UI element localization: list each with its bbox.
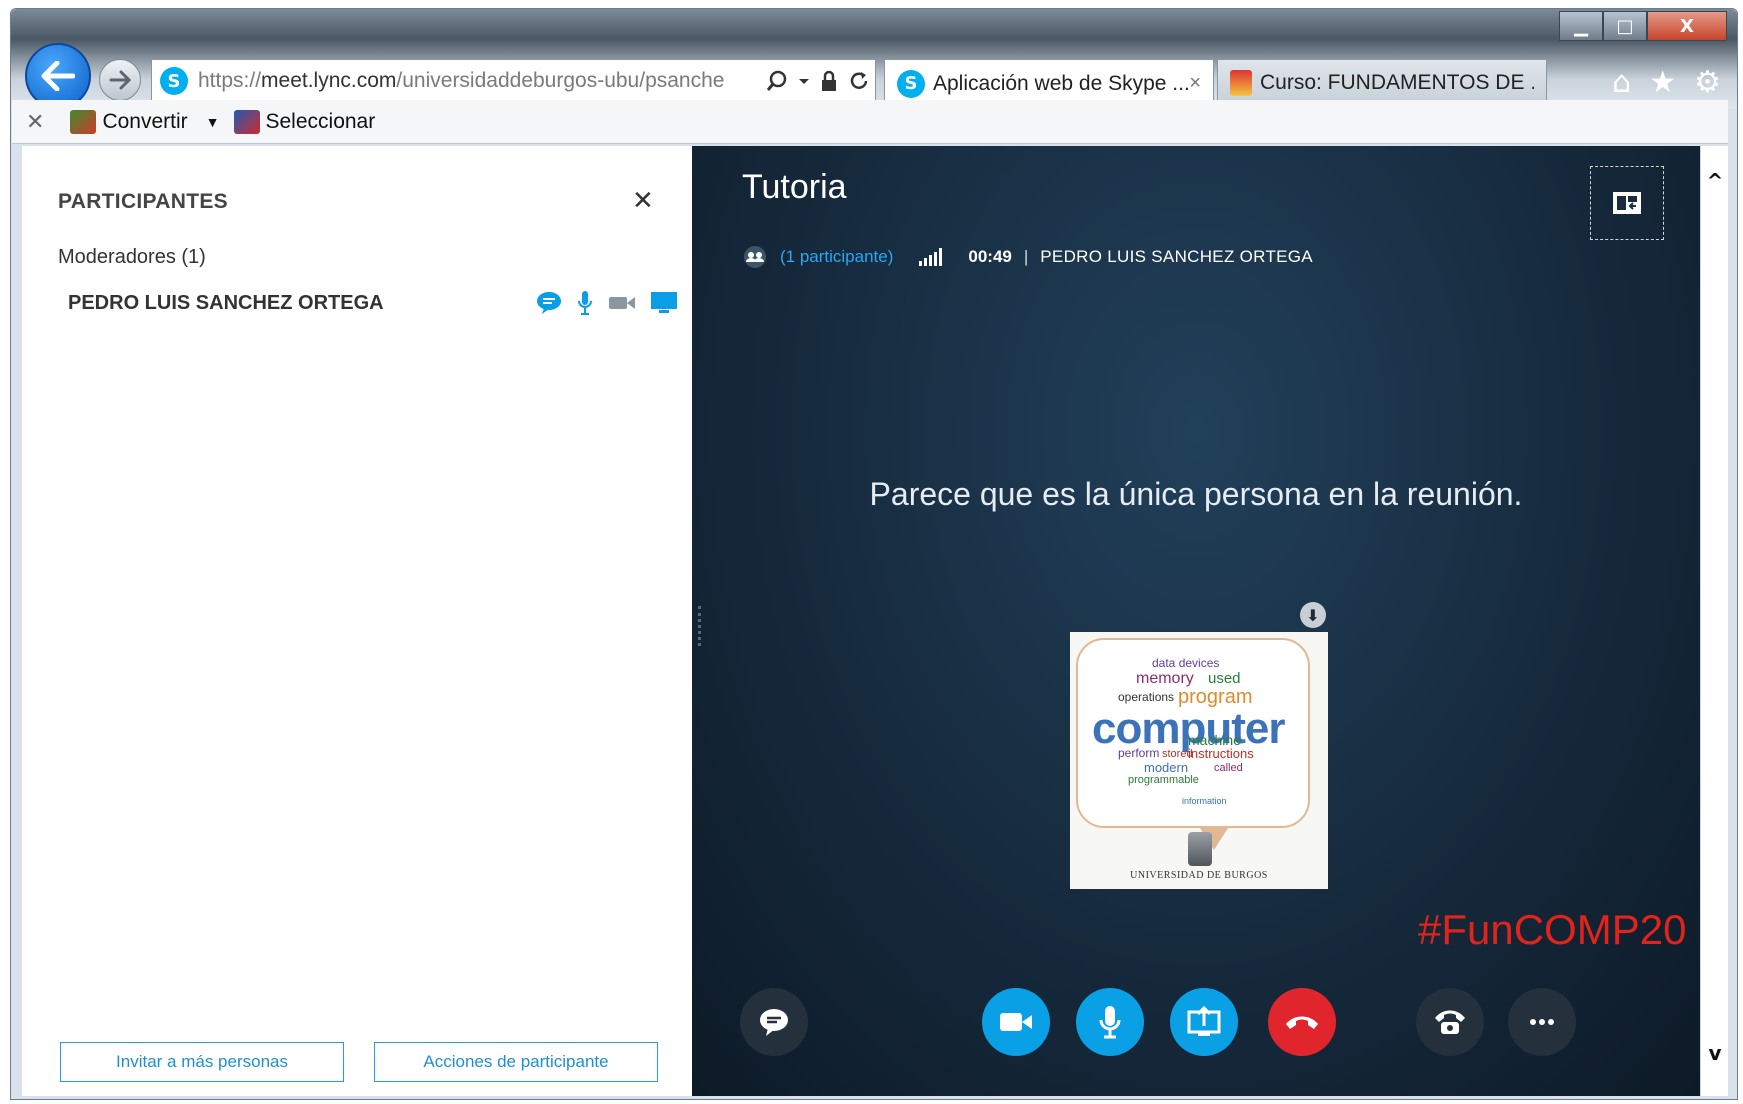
alone-in-meeting-message: Parece que es la única persona en la reu… bbox=[869, 476, 1523, 512]
meeting-title: Tutoria bbox=[742, 168, 847, 206]
scroll-up-icon[interactable]: ^ bbox=[1701, 166, 1729, 196]
participants-icon[interactable] bbox=[742, 246, 768, 268]
phone-icon bbox=[1435, 1010, 1465, 1034]
chevron-down-icon[interactable] bbox=[798, 70, 810, 92]
arrow-left-icon bbox=[41, 61, 75, 91]
close-panel-icon[interactable]: ✕ bbox=[632, 186, 654, 216]
browser-tool-icons: ⌂ ★ ⚙ bbox=[1612, 65, 1721, 100]
hashtag-overlay: #FunCOMP20 bbox=[1418, 906, 1687, 953]
search-icon[interactable] bbox=[766, 70, 788, 92]
select-label: Seleccionar bbox=[265, 109, 376, 133]
address-bar[interactable]: S https://meet.lync.com/universidaddebur… bbox=[151, 59, 876, 103]
maximize-button[interactable]: □ bbox=[1603, 11, 1647, 41]
window-controls: ▁ □ X bbox=[1559, 11, 1727, 41]
word-cloud-word: modern bbox=[1144, 760, 1189, 775]
scroll-down-icon[interactable]: v bbox=[1701, 1038, 1729, 1068]
university-favicon-icon bbox=[1230, 70, 1252, 96]
refresh-icon[interactable] bbox=[848, 70, 870, 92]
url-text[interactable]: https://meet.lync.com/universidaddeburgo… bbox=[198, 69, 758, 93]
signal-strength-icon bbox=[919, 248, 943, 266]
url-path: /universidaddeburgos-ubu/psanche bbox=[396, 69, 725, 92]
close-tab-icon[interactable]: × bbox=[1189, 72, 1201, 95]
dialpad-button[interactable] bbox=[1416, 988, 1484, 1056]
microphone-icon bbox=[1099, 1006, 1121, 1039]
close-window-button[interactable]: X bbox=[1647, 11, 1727, 41]
participants-panel: PARTICIPANTES ✕ Moderadores (1) PEDRO LU… bbox=[22, 146, 692, 1096]
word-cloud-word: instructions bbox=[1188, 746, 1254, 761]
word-cloud-word: programmable bbox=[1128, 774, 1199, 786]
video-camera-icon bbox=[1000, 1013, 1032, 1031]
invite-more-people-button[interactable]: Invitar a más personas bbox=[60, 1042, 344, 1082]
call-timer: 00:49 bbox=[968, 247, 1012, 266]
meeting-stage: Tutoria (1 participante) 00:49 | PEDRO L… bbox=[692, 146, 1700, 1096]
more-options-button[interactable] bbox=[1508, 988, 1576, 1056]
microphone-button[interactable] bbox=[1076, 988, 1144, 1056]
convert-dropdown-icon[interactable]: ▼ bbox=[206, 114, 220, 130]
panel-resize-handle[interactable] bbox=[698, 606, 701, 646]
url-scheme: https:// bbox=[198, 69, 262, 92]
microphone-icon bbox=[578, 291, 592, 315]
select-icon bbox=[233, 109, 260, 134]
chat-icon bbox=[537, 292, 561, 314]
minimize-button[interactable]: ▁ bbox=[1559, 11, 1603, 41]
skype-favicon-icon: S bbox=[160, 67, 188, 95]
participant-actions-button[interactable]: Acciones de participante bbox=[374, 1042, 658, 1082]
skype-tab-icon: S bbox=[897, 69, 925, 98]
download-slide-icon[interactable]: ⬇ bbox=[1300, 602, 1326, 628]
university-seal-icon bbox=[1188, 832, 1212, 866]
favorites-star-icon[interactable]: ★ bbox=[1649, 65, 1676, 100]
share-screen-button[interactable] bbox=[1170, 988, 1238, 1056]
participant-name: PEDRO LUIS SANCHEZ ORTEGA bbox=[68, 291, 384, 314]
screen-share-icon bbox=[1187, 1006, 1221, 1036]
word-cloud-word: called bbox=[1214, 762, 1243, 774]
info-separator: | bbox=[1023, 247, 1029, 266]
tab-label: Aplicación web de Skype ... bbox=[933, 71, 1190, 95]
close-command-bar-icon[interactable]: ✕ bbox=[26, 109, 44, 135]
word-cloud-word: data devices bbox=[1152, 656, 1220, 670]
participants-count-link[interactable]: (1 participante) bbox=[780, 247, 893, 267]
hang-up-button[interactable] bbox=[1268, 988, 1336, 1056]
screen-share-icon bbox=[651, 292, 677, 313]
participant-row[interactable]: PEDRO LUIS SANCHEZ ORTEGA bbox=[68, 286, 678, 320]
panel-title: PARTICIPANTES bbox=[58, 190, 228, 213]
command-bar: ✕ Convertir ▼ Seleccionar bbox=[12, 100, 1728, 144]
video-camera-icon bbox=[609, 297, 635, 309]
chat-button[interactable] bbox=[740, 988, 808, 1056]
page-scrollbar[interactable]: ^ v bbox=[1700, 146, 1728, 1096]
word-cloud-word: perform bbox=[1118, 746, 1160, 760]
convert-icon bbox=[70, 109, 97, 134]
layout-button[interactable] bbox=[1590, 166, 1664, 240]
more-icon bbox=[1530, 1019, 1554, 1025]
settings-gear-icon[interactable]: ⚙ bbox=[1694, 65, 1721, 100]
slide-caption: UNIVERSIDAD DE BURGOS bbox=[1130, 870, 1268, 881]
video-button[interactable] bbox=[982, 988, 1050, 1056]
moderators-heading: Moderadores (1) bbox=[58, 246, 206, 268]
convert-button[interactable]: Convertir bbox=[70, 109, 188, 134]
meeting-info-row: (1 participante) 00:49 | PEDRO LUIS SANC… bbox=[742, 246, 1313, 268]
word-cloud-word: operations bbox=[1118, 690, 1175, 704]
word-cloud-word: information bbox=[1182, 796, 1227, 806]
layout-icon bbox=[1613, 192, 1641, 214]
convert-label: Convertir bbox=[102, 109, 188, 133]
lock-icon[interactable] bbox=[820, 70, 838, 92]
chat-icon bbox=[760, 1009, 788, 1036]
arrow-right-icon bbox=[109, 70, 131, 90]
word-cloud-word: used bbox=[1208, 670, 1241, 687]
forward-button[interactable] bbox=[99, 59, 141, 101]
meeting-host-name: PEDRO LUIS SANCHEZ ORTEGA bbox=[1040, 247, 1313, 266]
hang-up-icon bbox=[1286, 1016, 1318, 1029]
home-icon[interactable]: ⌂ bbox=[1612, 65, 1631, 100]
tab-label: Curso: FUNDAMENTOS DE ... bbox=[1260, 71, 1534, 94]
select-button[interactable]: Seleccionar bbox=[233, 109, 376, 134]
word-cloud: data devices memory used program operati… bbox=[1076, 638, 1310, 828]
url-host: meet.lync.com bbox=[261, 69, 397, 92]
shared-slide-thumbnail[interactable]: data devices memory used program operati… bbox=[1070, 632, 1328, 889]
